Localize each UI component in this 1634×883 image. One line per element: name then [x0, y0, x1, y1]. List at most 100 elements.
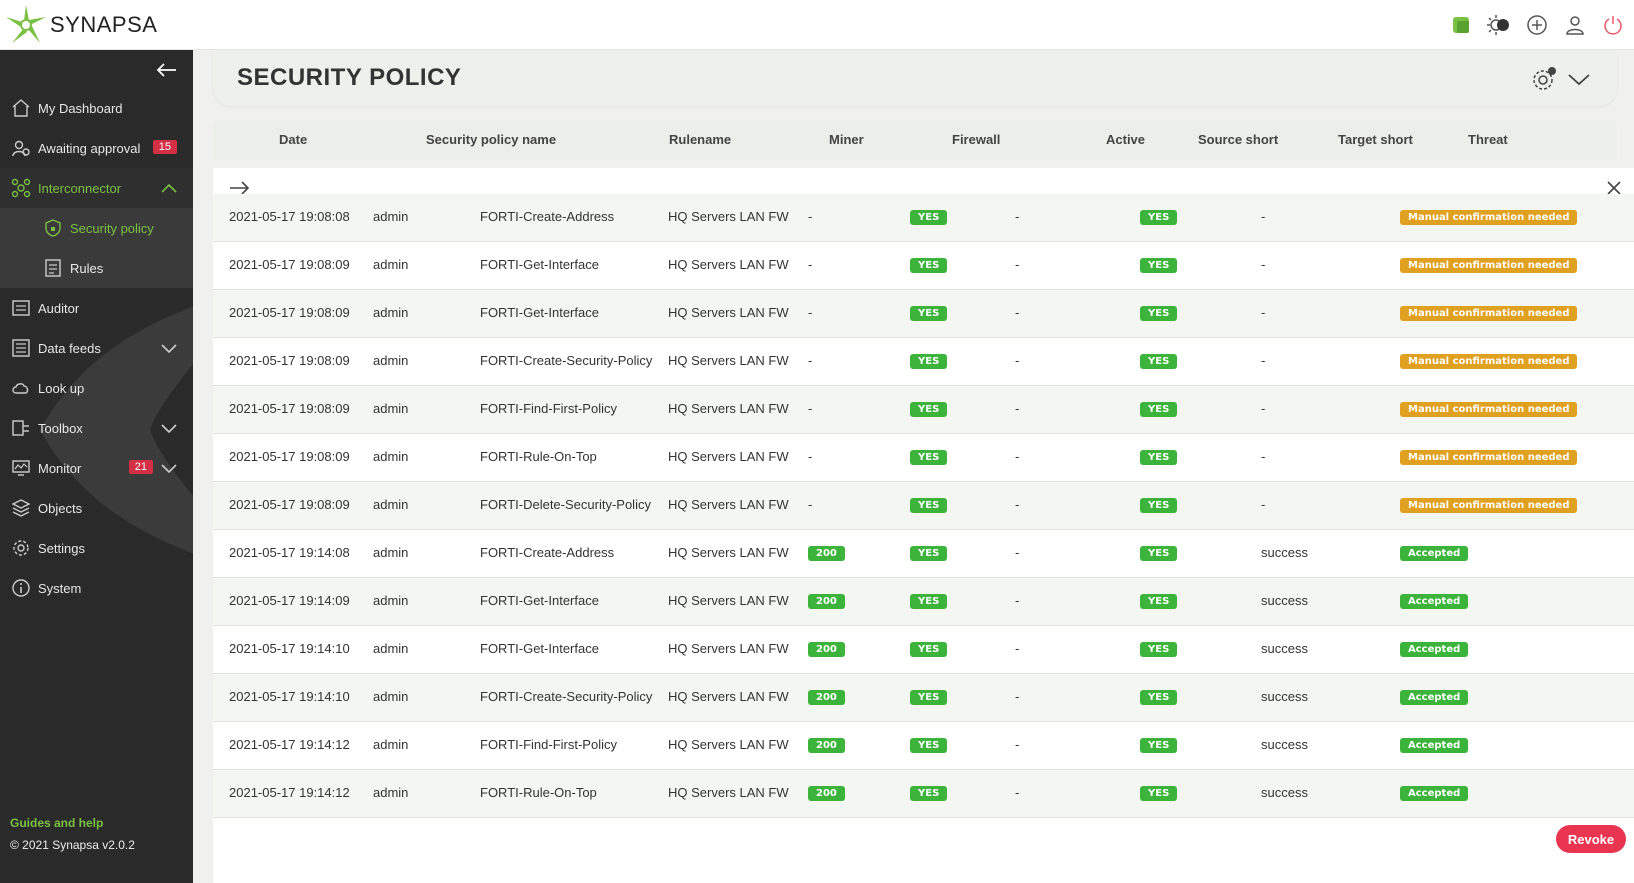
- column-header-active[interactable]: Active: [1106, 132, 1145, 147]
- cell-threat: Accepted: [1400, 786, 1469, 801]
- cell-active: YES: [1140, 306, 1178, 321]
- cell-firewall-name: HQ Servers LAN FW: [668, 785, 789, 800]
- sidebar-item-interconnector[interactable]: Interconnector: [0, 168, 193, 208]
- chevron-down-icon[interactable]: [161, 422, 177, 434]
- column-header-security-policy-name[interactable]: Security policy name: [426, 132, 556, 147]
- sidebar-item-system[interactable]: System: [0, 568, 193, 608]
- info-icon: [10, 577, 32, 599]
- table-row[interactable]: 2021-05-17 19:14:10 admin FORTI-Create-Sec…: [213, 674, 1634, 722]
- page-title: SECURITY POLICY: [237, 64, 462, 91]
- brightness-toggle-icon[interactable]: [1486, 12, 1512, 38]
- sidebar-item-rules[interactable]: Rules: [0, 248, 193, 288]
- table-row[interactable]: 2021-05-17 19:08:09 admin FORTI-Delete-Sec…: [213, 482, 1634, 530]
- revoke-button[interactable]: Revoke: [1556, 825, 1626, 853]
- column-header-rulename[interactable]: Rulename: [669, 132, 731, 147]
- cell-security-policy-name: admin: [373, 209, 409, 224]
- sidebar-item-objects[interactable]: Objects: [0, 488, 193, 528]
- cell-miner: 200: [808, 642, 845, 657]
- column-header-source-short[interactable]: Source short: [1198, 132, 1278, 147]
- theme-square-icon[interactable]: [1448, 12, 1474, 38]
- sidebar-item-monitor[interactable]: Monitor 21: [0, 448, 193, 488]
- cell-source-short: -: [1261, 353, 1266, 368]
- sidebar-item-label: Settings: [38, 540, 85, 556]
- user-icon[interactable]: [1562, 12, 1588, 38]
- table-row[interactable]: 2021-05-17 19:14:12 admin FORTI-Rule-On-To…: [213, 770, 1634, 818]
- cell-security-policy-name: admin: [373, 257, 409, 272]
- sidebar-item-awaiting-approval[interactable]: Awaiting approval 15: [0, 128, 193, 168]
- cell-date: 2021-05-17 19:14:10: [229, 641, 350, 656]
- cell-active: YES: [1140, 546, 1178, 561]
- table-row[interactable]: 2021-05-17 19:08:09 admin FORTI-Find-First…: [213, 386, 1634, 434]
- cell-rulename: FORTI-Create-Address: [480, 545, 615, 560]
- cell-firewall-name: HQ Servers LAN FW: [668, 401, 789, 416]
- cell-active-dash: -: [1015, 449, 1020, 464]
- column-header-date[interactable]: Date: [279, 132, 307, 147]
- sidebar-item-settings[interactable]: Settings: [0, 528, 193, 568]
- column-header-firewall[interactable]: Firewall: [952, 132, 1000, 147]
- shield-icon: [42, 217, 64, 239]
- sidebar-item-data-feeds[interactable]: Data feeds: [0, 328, 193, 368]
- cell-active-dash: -: [1015, 497, 1020, 512]
- chevron-down-icon[interactable]: [161, 342, 177, 354]
- sidebar-item-label: Interconnector: [38, 180, 122, 196]
- table-row[interactable]: 2021-05-17 19:08:08 admin FORTI-Create-Add…: [213, 194, 1634, 242]
- column-header-target-short[interactable]: Target short: [1338, 132, 1413, 147]
- cell-firewall-status: YES: [910, 306, 948, 321]
- cell-active-dash: -: [1015, 593, 1020, 608]
- cell-rulename: FORTI-Get-Interface: [480, 641, 599, 656]
- logo[interactable]: SYNAPSA: [4, 3, 157, 47]
- cell-active-dash: -: [1015, 209, 1020, 224]
- cell-firewall-status: YES: [910, 210, 948, 225]
- chevron-up-icon[interactable]: [161, 182, 177, 194]
- cell-active: YES: [1140, 642, 1178, 657]
- table-row[interactable]: 2021-05-17 19:08:09 admin FORTI-Rule-On-To…: [213, 434, 1634, 482]
- table-row[interactable]: 2021-05-17 19:14:12 admin FORTI-Find-First…: [213, 722, 1634, 770]
- column-header-miner[interactable]: Miner: [829, 132, 864, 147]
- home-icon: [10, 97, 32, 119]
- cell-active: YES: [1140, 354, 1178, 369]
- cell-miner: -: [808, 209, 813, 224]
- title-tools: [1531, 66, 1591, 92]
- cell-date: 2021-05-17 19:08:09: [229, 497, 350, 512]
- table-row[interactable]: 2021-05-17 19:08:09 admin FORTI-Get-Interf…: [213, 290, 1634, 338]
- sidebar-item-my-dashboard[interactable]: My Dashboard: [0, 88, 193, 128]
- cell-date: 2021-05-17 19:08:09: [229, 449, 350, 464]
- cell-active-dash: -: [1015, 545, 1020, 560]
- detail-panel: 2021-05-17 19:08:08 admin FORTI-Create-Add…: [213, 168, 1634, 883]
- chevron-down-icon[interactable]: [1567, 71, 1591, 87]
- table-row[interactable]: 2021-05-17 19:08:09 admin FORTI-Create-Sec…: [213, 338, 1634, 386]
- cell-firewall-name: HQ Servers LAN FW: [668, 257, 789, 272]
- cell-source-short: -: [1261, 401, 1266, 416]
- add-icon[interactable]: [1524, 12, 1550, 38]
- cell-date: 2021-05-17 19:08:09: [229, 305, 350, 320]
- cell-rulename: FORTI-Create-Security-Policy: [480, 689, 653, 704]
- main-content: SECURITY POLICY Date Security policy nam…: [193, 50, 1634, 883]
- cell-date: 2021-05-17 19:14:09: [229, 593, 350, 608]
- cell-source-short: -: [1261, 257, 1266, 272]
- cell-firewall-status: YES: [910, 546, 948, 561]
- sidebar-item-look-up[interactable]: Look up: [0, 368, 193, 408]
- sidebar-item-toolbox[interactable]: Toolbox: [0, 408, 193, 448]
- power-icon[interactable]: [1600, 12, 1626, 38]
- table-row[interactable]: 2021-05-17 19:14:10 admin FORTI-Get-Interf…: [213, 626, 1634, 674]
- cell-security-policy-name: admin: [373, 737, 409, 752]
- toolbox-icon: [10, 417, 32, 439]
- table-row[interactable]: 2021-05-17 19:14:08 admin FORTI-Create-Add…: [213, 530, 1634, 578]
- cell-miner: 200: [808, 690, 845, 705]
- table-row[interactable]: 2021-05-17 19:08:09 admin FORTI-Get-Interf…: [213, 242, 1634, 290]
- column-header-threat[interactable]: Threat: [1468, 132, 1508, 147]
- guides-link[interactable]: Guides and help: [10, 816, 103, 830]
- settings-gear-icon[interactable]: [1531, 66, 1557, 92]
- cell-miner: 200: [808, 594, 845, 609]
- cell-active-dash: -: [1015, 305, 1020, 320]
- sidebar-item-auditor[interactable]: Auditor: [0, 288, 193, 328]
- table-row[interactable]: 2021-05-17 19:14:09 admin FORTI-Get-Interf…: [213, 578, 1634, 626]
- cell-active: YES: [1140, 738, 1178, 753]
- cell-threat: Manual confirmation needed: [1400, 258, 1578, 273]
- cell-rulename: FORTI-Get-Interface: [480, 305, 599, 320]
- collapse-sidebar-icon[interactable]: [155, 60, 179, 80]
- chevron-down-icon[interactable]: [161, 462, 177, 474]
- cell-firewall-name: HQ Servers LAN FW: [668, 449, 789, 464]
- cell-threat: Accepted: [1400, 642, 1469, 657]
- sidebar-item-security-policy[interactable]: Security policy: [0, 208, 193, 248]
